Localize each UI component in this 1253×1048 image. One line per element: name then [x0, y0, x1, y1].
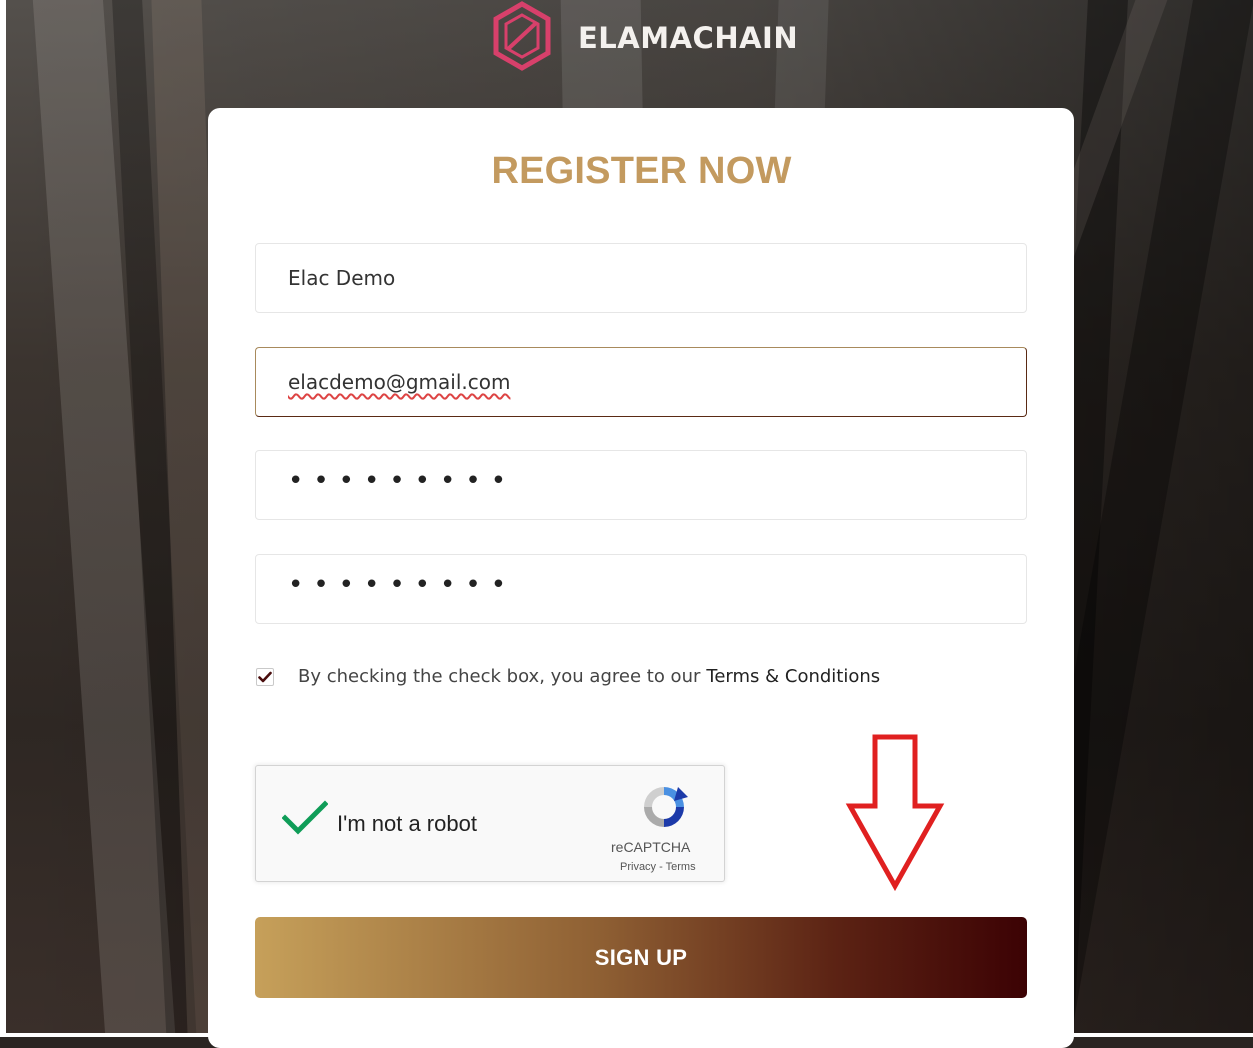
- terms-row: By checking the check box, you agree to …: [256, 666, 880, 687]
- password-field[interactable]: •••••••••: [255, 450, 1027, 520]
- elamachain-logo-icon: [492, 1, 552, 75]
- terms-link[interactable]: Terms & Conditions: [706, 666, 880, 687]
- terms-checkbox[interactable]: [256, 667, 274, 686]
- name-value: Elac Demo: [288, 266, 396, 290]
- password-mask: •••••••••: [288, 466, 517, 496]
- down-arrow-icon: [845, 734, 945, 896]
- sign-up-button[interactable]: SIGN UP: [255, 917, 1027, 998]
- brand-header[interactable]: ELAMACHAIN: [492, 1, 799, 75]
- brand-name: ELAMACHAIN: [578, 21, 799, 55]
- page-title: REGISTER NOW: [491, 150, 792, 192]
- name-field[interactable]: Elac Demo: [255, 243, 1027, 313]
- recaptcha-brand: reCAPTCHA: [611, 839, 691, 855]
- email-field[interactable]: elacdemo@gmail.com: [255, 347, 1027, 417]
- recaptcha-widget: I'm not a robot reCAPTCHA Privacy - Term…: [255, 765, 725, 882]
- email-value: elacdemo@gmail.com: [288, 370, 511, 394]
- confirm-password-mask: •••••••••: [288, 570, 517, 600]
- checkmark-icon: [258, 671, 272, 682]
- terms-text: By checking the check box, you agree to …: [298, 666, 701, 687]
- captcha-checkmark-icon[interactable]: [281, 800, 329, 840]
- confirm-password-field[interactable]: •••••••••: [255, 554, 1027, 624]
- recaptcha-privacy-terms[interactable]: Privacy - Terms: [620, 861, 696, 873]
- captcha-label: I'm not a robot: [337, 811, 477, 836]
- recaptcha-logo-icon: [638, 781, 690, 837]
